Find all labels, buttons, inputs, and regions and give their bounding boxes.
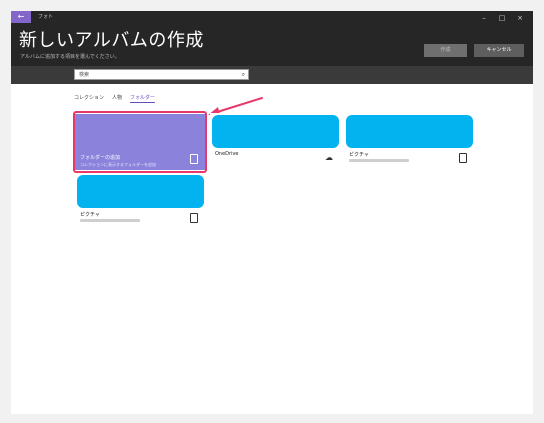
search-input[interactable] [79, 70, 229, 79]
tile-thumbnail [346, 115, 473, 148]
search-icon[interactable]: ⌕ [242, 70, 245, 79]
pictures-tile[interactable]: ピクチャ [75, 173, 206, 229]
arrow-left-icon: ← [17, 12, 25, 21]
cancel-button[interactable]: キャンセル [474, 44, 524, 57]
search-box[interactable]: ⌕ [74, 69, 249, 80]
tile-path [349, 159, 409, 162]
tile-name: ピクチャ [349, 152, 369, 158]
create-button[interactable]: 作成 [424, 44, 467, 57]
photos-window: ← フォト – □ × 新しいアルバムの作成 アルバムに追加する項目を選んでくだ… [11, 11, 533, 414]
close-button[interactable]: × [511, 13, 529, 23]
app-name: フォト [38, 14, 54, 20]
tab-bar: コレクション 人物 フォルダー [74, 93, 156, 103]
tile-thumbnail [77, 175, 204, 208]
tablet-icon [459, 153, 467, 163]
header-bar: ← フォト – □ × 新しいアルバムの作成 アルバムに追加する項目を選んでくだ… [11, 11, 533, 84]
tab-people[interactable]: 人物 [112, 93, 122, 103]
tile-path [80, 219, 140, 222]
tablet-icon [190, 213, 198, 223]
back-button[interactable]: ← [11, 11, 31, 23]
highlight-frame [73, 111, 207, 173]
tile-thumbnail [212, 115, 339, 148]
tab-folders[interactable]: フォルダー [130, 93, 156, 103]
tile-name: OneDrive [215, 151, 239, 157]
tile-name: ピクチャ [80, 212, 100, 218]
tab-collection[interactable]: コレクション [74, 93, 104, 103]
page-title: 新しいアルバムの作成 [19, 30, 204, 51]
cloud-icon: ☁ [325, 153, 333, 162]
pictures-tile[interactable]: ピクチャ [344, 113, 475, 169]
maximize-button[interactable]: □ [493, 13, 511, 23]
minimize-button[interactable]: – [475, 13, 493, 23]
onedrive-tile[interactable]: OneDrive ☁ [210, 113, 341, 169]
page-subtitle: アルバムに追加する項目を選んでください。 [20, 54, 120, 60]
